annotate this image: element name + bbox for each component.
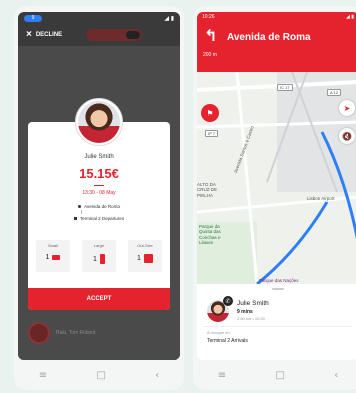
call-icon[interactable]: ✆ <box>223 296 233 306</box>
navigation-header: 10:26 ◢ ▮ ↰ Avenida de Roma 200 m <box>197 12 356 72</box>
luggage-large: Large 1 <box>82 240 116 272</box>
system-nav-bar: ≡ □ ‹ <box>14 360 184 390</box>
destination-flag-icon[interactable]: ⚑ <box>201 104 219 122</box>
map-park-label-2: Parque das Nações <box>259 278 299 283</box>
suitcase-outsize-icon <box>143 254 153 263</box>
status-time: 10:26 <box>202 14 215 20</box>
passenger-name: Julie Smith <box>84 154 114 160</box>
next-street: Avenida de Roma <box>227 32 311 43</box>
turn-distance: 200 m <box>203 52 217 58</box>
dropoff-stop: Terminal 2 Departures <box>28 214 170 222</box>
route-line <box>80 210 82 214</box>
back-nav-icon[interactable]: ‹ <box>155 370 159 381</box>
map-roads <box>197 72 356 284</box>
suitcase-large-icon <box>99 254 105 264</box>
bottom-list-item: Raki, Tom Roland <box>28 322 95 344</box>
locate-arrow-icon[interactable]: ➤ <box>339 100 355 116</box>
turn-left-icon: ↰ <box>204 26 218 45</box>
close-icon[interactable]: × <box>26 30 32 40</box>
road-label-a12: A 12 <box>327 89 342 96</box>
status-bar: 10:26 ◢ ▮ <box>197 12 356 22</box>
home-nav-icon[interactable]: □ <box>96 370 105 381</box>
road-label-ip7: IP 7 <box>205 130 219 137</box>
avatar <box>28 322 50 344</box>
status-icons: ◢ ▮ <box>346 14 354 20</box>
dropoff-address: Terminal 2 Departures <box>79 215 125 221</box>
pickup-stop: Avenida de Roma <box>28 202 170 210</box>
map-area-label: ALTO DA CRUZ DE PIELHA <box>197 182 217 198</box>
ride-request-modal: Julie Smith 15.15€ 13:30 - 08 May Avenid… <box>28 98 170 310</box>
system-nav-bar: ≡ □ ‹ <box>193 360 356 390</box>
route: Avenida de Roma Terminal 2 Departures <box>28 202 170 222</box>
luggage-outsize-label: Out-Size <box>137 243 153 248</box>
trip-bottom-sheet: ✆ Julie Smith 9 mins 2.80 km • 10:30 A r… <box>197 284 356 360</box>
luggage-outsize: Out-Size 1 <box>128 240 162 272</box>
phone-right: 10:26 ◢ ▮ ↰ Avenida de Roma 200 m IC 17 … <box>193 6 356 390</box>
luggage-row: Small 1 Large 1 Out-Size 1 <box>36 240 162 272</box>
passenger-avatar <box>75 98 123 146</box>
toggle-knob <box>126 31 141 39</box>
notification-badge: 9 <box>24 14 42 22</box>
luggage-small-count: 1 <box>45 254 50 261</box>
passenger-name: Julie Smith <box>237 300 269 307</box>
decline-button[interactable]: DECLINE <box>36 32 62 38</box>
luggage-small-label: Small <box>47 243 58 248</box>
availability-toggle[interactable] <box>86 29 143 41</box>
map-place-airport: Lisbon Airport <box>307 196 335 201</box>
decline-row: × DECLINE <box>18 24 180 46</box>
dropoff-square-icon <box>73 216 77 220</box>
destination-label: A recoger en <box>207 330 230 335</box>
status-bar: 9 ◢ ▮ <box>18 12 180 24</box>
sheet-handle[interactable] <box>272 288 284 290</box>
trip-distance: 2.80 km • 10:30 <box>237 316 265 321</box>
pickup-dot-icon <box>78 204 82 208</box>
ride-request-screen: 9 ◢ ▮ × DECLINE Raki, Tom Roland Julie S… <box>18 12 180 360</box>
eta-mins: 9 mins <box>237 309 253 315</box>
luggage-large-count: 1 <box>93 255 97 263</box>
pickup-address: Avenida de Roma <box>84 203 120 209</box>
luggage-small: Small 1 <box>36 240 70 272</box>
divider <box>203 326 353 327</box>
menu-nav-icon[interactable]: ≡ <box>39 370 47 381</box>
map-view[interactable]: IC 17 A 12 IP 7 Lisbon Airport Avenida S… <box>197 72 356 284</box>
map-park-label: Parque da Quinta das Conchas e Lilases <box>199 224 221 246</box>
destination-value: Terminal 2 Arrivals <box>207 338 248 344</box>
road-label-ic17: IC 17 <box>277 84 293 91</box>
back-nav-icon[interactable]: ‹ <box>334 370 338 381</box>
status-icons: ◢ ▮ <box>164 15 174 22</box>
accept-button[interactable]: ACCEPT <box>28 288 170 310</box>
phone-left: 9 ◢ ▮ × DECLINE Raki, Tom Roland Julie S… <box>14 6 184 390</box>
navigation-screen: 10:26 ◢ ▮ ↰ Avenida de Roma 200 m IC 17 … <box>197 12 356 360</box>
divider <box>94 185 104 186</box>
pickup-time: 13:30 - 08 May <box>82 190 116 196</box>
fare-price: 15.15€ <box>79 166 119 181</box>
menu-nav-icon[interactable]: ≡ <box>218 370 226 381</box>
luggage-large-label: Large <box>93 243 105 248</box>
luggage-outsize-count: 1 <box>137 255 141 262</box>
suitcase-small-icon <box>52 255 61 260</box>
bottom-item-label: Raki, Tom Roland <box>56 330 96 336</box>
home-nav-icon[interactable]: □ <box>275 370 284 381</box>
mute-icon[interactable]: 🔇 <box>339 128 355 144</box>
